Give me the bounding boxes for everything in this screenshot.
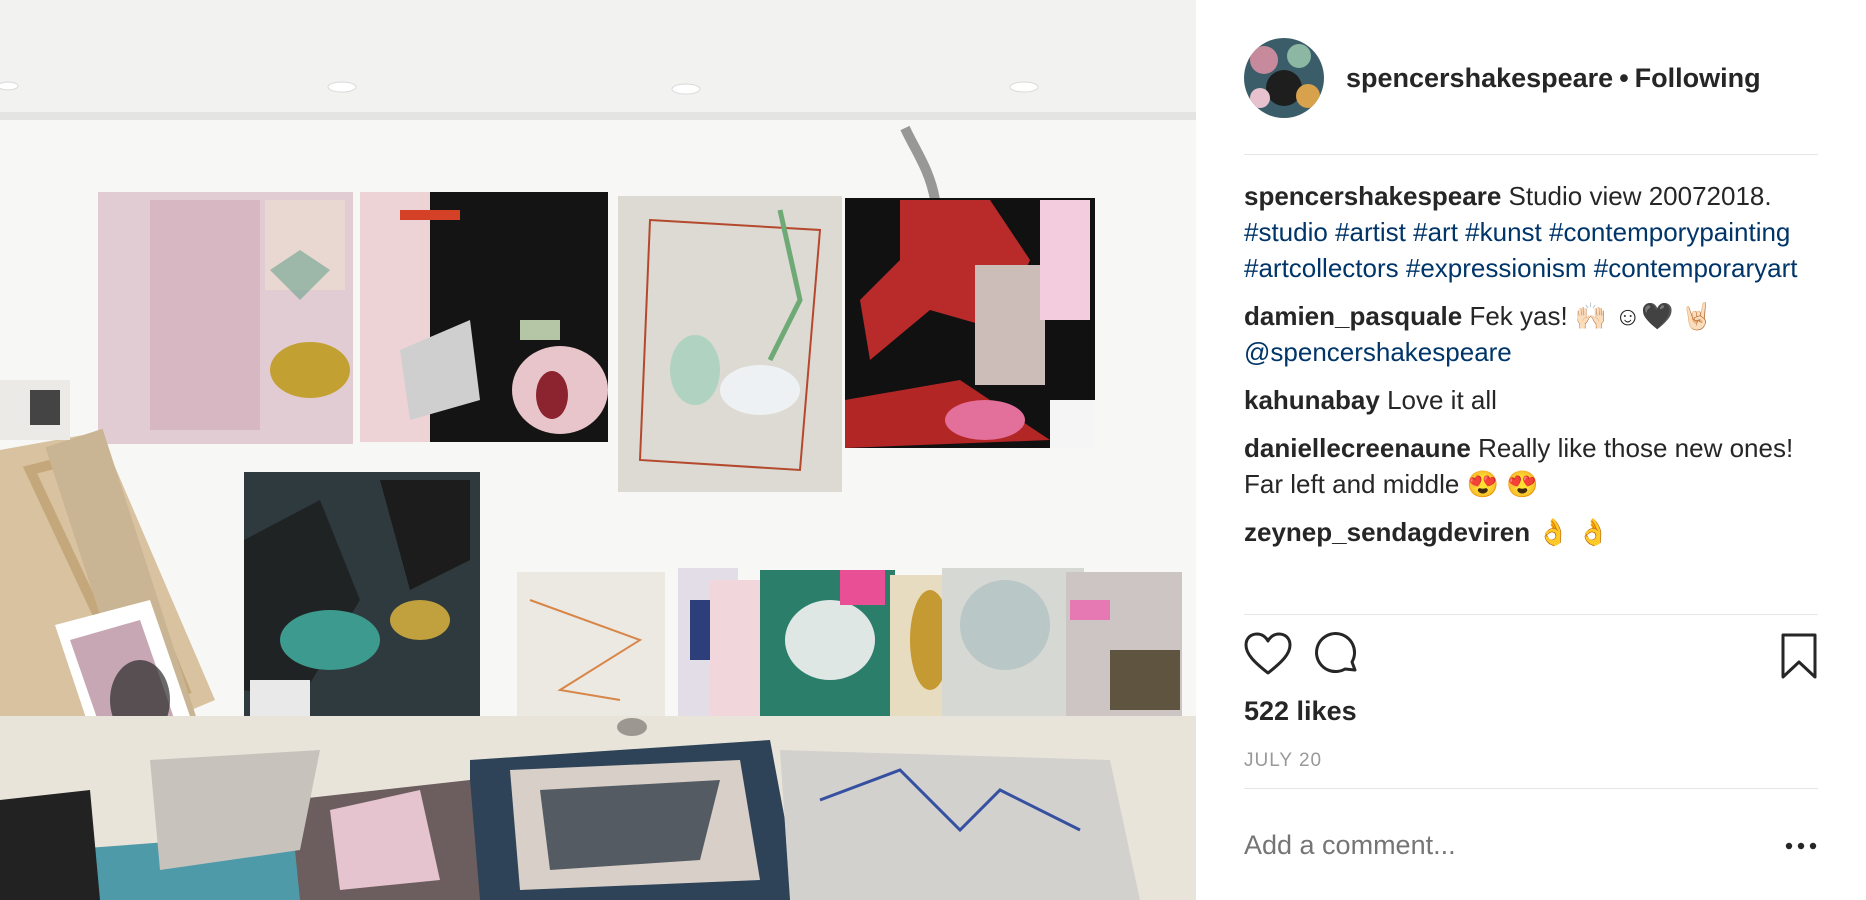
hashtag-link[interactable]: #studio: [1244, 217, 1328, 247]
mention-link[interactable]: @spencershakespeare: [1244, 337, 1512, 367]
comment-text: Love it all: [1387, 385, 1497, 415]
comment-item: zeynep_sendagdeviren 👌 👌: [1244, 514, 1818, 550]
header-divider: [1244, 154, 1818, 155]
post-sidebar: spencershakespeare • Following spencershak…: [1196, 0, 1866, 900]
hashtag-link[interactable]: #art: [1413, 217, 1458, 247]
like-button[interactable]: [1244, 632, 1292, 681]
comment-text: Fek yas! 🙌🏻 ☺🖤 🤘🏻: [1469, 301, 1714, 331]
more-options-icon: [1785, 842, 1817, 850]
actions-divider: [1244, 614, 1818, 615]
post-date[interactable]: JULY 20: [1244, 750, 1322, 772]
avatar-image: [1244, 38, 1324, 118]
hashtag-link[interactable]: #contemporypainting: [1549, 217, 1790, 247]
comment-button[interactable]: [1314, 632, 1360, 683]
comments-list[interactable]: spencershakespeare Studio view 20072018.…: [1244, 178, 1818, 612]
more-options-button[interactable]: [1784, 836, 1818, 856]
comment-username[interactable]: kahunabay: [1244, 385, 1380, 415]
hashtag-link[interactable]: #kunst: [1465, 217, 1542, 247]
bookmark-icon: [1781, 633, 1817, 679]
comment-username[interactable]: daniellecreenaune: [1244, 433, 1471, 463]
post-header: spencershakespeare • Following: [1244, 36, 1818, 120]
hashtag-link[interactable]: #artcollectors: [1244, 253, 1399, 283]
heart-icon: [1244, 632, 1292, 675]
hashtag-link[interactable]: #contemporaryart: [1594, 253, 1798, 283]
hashtag-link[interactable]: #artist: [1335, 217, 1406, 247]
comment-text: 👌 👌: [1537, 517, 1610, 547]
likes-count[interactable]: 522 likes: [1244, 696, 1357, 727]
separator-dot: •: [1619, 62, 1629, 93]
following-button[interactable]: Following: [1635, 63, 1761, 93]
caption: spencershakespeare Studio view 20072018.…: [1244, 178, 1818, 286]
caption-text: Studio view 20072018.: [1508, 181, 1772, 211]
save-button[interactable]: [1780, 632, 1818, 685]
comment-username[interactable]: damien_pasquale: [1244, 301, 1462, 331]
add-comment-input[interactable]: [1244, 830, 1724, 861]
action-bar: [1244, 632, 1818, 684]
comment-item: kahunabay Love it all: [1244, 382, 1818, 418]
comment-item: daniellecreenaune Really like those new …: [1244, 430, 1818, 502]
comment-item: damien_pasquale Fek yas! 🙌🏻 ☺🖤 🤘🏻 @spenc…: [1244, 298, 1818, 370]
avatar[interactable]: [1244, 38, 1324, 118]
hashtag-link[interactable]: #expressionism: [1406, 253, 1587, 283]
comment-bubble-icon: [1315, 632, 1357, 674]
comment-box-divider: [1244, 788, 1818, 789]
studio-photo-image: [0, 0, 1196, 900]
comment-username[interactable]: zeynep_sendagdeviren: [1244, 517, 1530, 547]
post-photo[interactable]: [0, 0, 1196, 900]
username-link[interactable]: spencershakespeare: [1346, 63, 1613, 93]
caption-username[interactable]: spencershakespeare: [1244, 181, 1501, 211]
header-text: spencershakespeare • Following: [1346, 63, 1761, 94]
